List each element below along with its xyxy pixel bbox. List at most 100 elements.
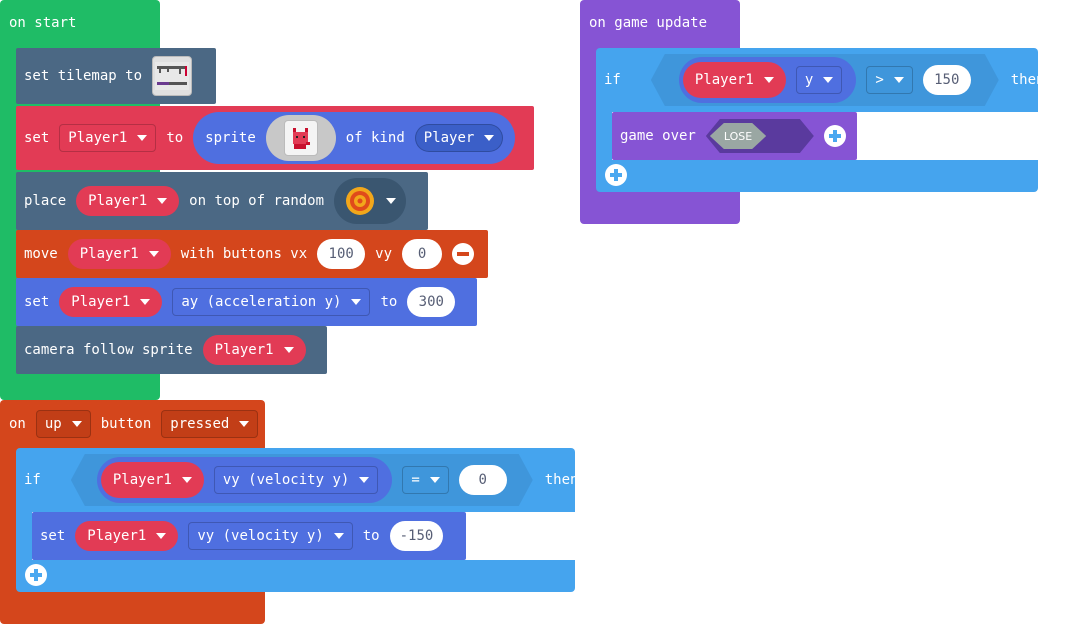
property-name: y xyxy=(804,72,814,88)
chevron-down-icon xyxy=(140,299,151,305)
chevron-down-icon xyxy=(386,198,397,204)
property-getter[interactable]: Player1 y xyxy=(679,57,856,103)
chevron-down-icon xyxy=(894,77,904,83)
tile-picker[interactable] xyxy=(334,178,407,224)
lose-label: LOSE xyxy=(723,129,753,143)
property-dropdown[interactable]: y xyxy=(796,66,842,94)
ay-value-input[interactable]: 300 xyxy=(407,287,456,317)
with-buttons-label: with buttons vx xyxy=(180,246,308,262)
chevron-down-icon xyxy=(148,251,159,257)
game-over-label: game over xyxy=(620,128,696,144)
cat-sprite-icon xyxy=(283,120,318,156)
compare-value-input[interactable]: 0 xyxy=(459,465,507,495)
variable-pill[interactable]: Player1 xyxy=(75,521,179,551)
compare-value-input[interactable]: 150 xyxy=(923,65,971,95)
sprite-image-slot[interactable] xyxy=(265,115,336,161)
game-over-block[interactable]: game over LOSE xyxy=(612,112,857,160)
variable-dropdown[interactable]: Player1 xyxy=(59,124,157,152)
chevron-down-icon xyxy=(823,77,833,83)
lose-toggle-knob: LOSE xyxy=(710,123,766,149)
variable-name: Player1 xyxy=(79,246,139,262)
property-name: ay (acceleration y) xyxy=(181,294,342,310)
set-label: set xyxy=(24,294,50,310)
move-with-buttons-block[interactable]: move Player1 with buttons vx 100 vy 0 xyxy=(16,230,488,278)
vy-input[interactable]: 0 xyxy=(402,239,443,269)
property-name: vy (velocity y) xyxy=(197,528,324,544)
minus-icon[interactable] xyxy=(452,243,475,265)
chevron-down-icon xyxy=(71,421,82,427)
button-label: button xyxy=(100,416,152,432)
on-start-label: on start xyxy=(9,15,77,31)
win-lose-toggle[interactable]: LOSE xyxy=(706,119,814,153)
velocity-value-input[interactable]: -150 xyxy=(389,521,444,551)
to-label: to xyxy=(166,130,184,146)
variable-pill[interactable]: Player1 xyxy=(202,335,306,365)
variable-name: Player1 xyxy=(112,472,172,488)
kind-name: Player xyxy=(423,130,475,146)
button-dropdown[interactable]: up xyxy=(35,410,91,438)
variable-pill[interactable]: Player1 xyxy=(67,239,171,269)
chevron-down-icon xyxy=(157,198,168,204)
chevron-down-icon xyxy=(182,477,192,483)
of-kind-label: of kind xyxy=(345,130,405,146)
tile-icon xyxy=(346,187,375,215)
operator-dropdown[interactable]: = xyxy=(402,466,448,494)
variable-pill[interactable]: Player1 xyxy=(59,287,163,317)
to-label: to xyxy=(380,294,398,310)
if-block-arm xyxy=(16,512,32,560)
event-dropdown[interactable]: pressed xyxy=(161,410,259,438)
chevron-down-icon xyxy=(137,135,148,141)
property-dropdown[interactable]: ay (acceleration y) xyxy=(172,288,371,316)
chevron-down-icon xyxy=(156,533,167,539)
move-label: move xyxy=(24,246,58,262)
chevron-down-icon xyxy=(351,299,362,305)
property-name: vy (velocity y) xyxy=(222,472,350,488)
on-label: on xyxy=(9,416,26,432)
chevron-down-icon xyxy=(430,477,440,483)
chevron-down-icon xyxy=(359,477,369,483)
variable-pill[interactable]: Player1 xyxy=(101,462,204,498)
variable-name: Player1 xyxy=(214,342,274,358)
set-sprite-block[interactable]: set Player1 to sprite of kind Player xyxy=(16,106,534,170)
vy-label: vy xyxy=(375,246,393,262)
operator-dropdown[interactable]: > xyxy=(866,66,912,94)
variable-name: Player1 xyxy=(68,130,128,146)
set-acceleration-block[interactable]: set Player1 ay (acceleration y) to 300 xyxy=(16,278,477,326)
tilemap-icon xyxy=(155,62,190,90)
on-button-header: on up button pressed xyxy=(0,404,265,444)
variable-pill[interactable]: Player1 xyxy=(683,62,786,98)
add-else-plus-icon[interactable] xyxy=(25,564,47,586)
update-if-header: if Player1 y > 150 then xyxy=(596,52,1044,108)
chevron-down-icon xyxy=(333,533,344,539)
set-label: set xyxy=(40,528,66,544)
set-tilemap-block[interactable]: set tilemap to xyxy=(16,48,216,104)
compare-block[interactable]: Player1 y > 150 xyxy=(651,54,999,106)
to-label: to xyxy=(362,528,380,544)
on-game-update-label: on game update xyxy=(589,15,708,31)
add-else-plus-icon[interactable] xyxy=(605,164,627,186)
variable-name: Player1 xyxy=(694,72,754,88)
vx-input[interactable]: 100 xyxy=(317,239,366,269)
property-getter[interactable]: Player1 vy (velocity y) xyxy=(97,457,392,503)
chevron-down-icon xyxy=(283,347,294,353)
variable-pill[interactable]: Player1 xyxy=(76,186,180,216)
place-block[interactable]: place Player1 on top of random xyxy=(16,172,428,230)
add-argument-plus-icon[interactable] xyxy=(823,125,846,147)
then-label: then xyxy=(544,472,579,488)
operator: > xyxy=(875,72,884,88)
property-dropdown[interactable]: vy (velocity y) xyxy=(214,466,378,494)
set-label: set xyxy=(24,130,50,146)
sprite-label: sprite xyxy=(205,130,256,146)
set-velocity-block[interactable]: set Player1 vy (velocity y) to -150 xyxy=(32,512,466,560)
property-dropdown[interactable]: vy (velocity y) xyxy=(188,522,353,550)
sprite-create-block[interactable]: sprite of kind Player xyxy=(193,112,516,164)
chevron-down-icon xyxy=(764,77,774,83)
if-label: if xyxy=(24,472,41,488)
then-label: then xyxy=(1010,72,1045,88)
on-top-label: on top of random xyxy=(189,193,325,209)
compare-block[interactable]: Player1 vy (velocity y) = 0 xyxy=(71,454,533,506)
tilemap-thumbnail[interactable] xyxy=(152,56,193,96)
operator: = xyxy=(411,472,420,488)
kind-dropdown[interactable]: Player xyxy=(414,124,504,152)
camera-follow-block[interactable]: camera follow sprite Player1 xyxy=(16,326,327,374)
